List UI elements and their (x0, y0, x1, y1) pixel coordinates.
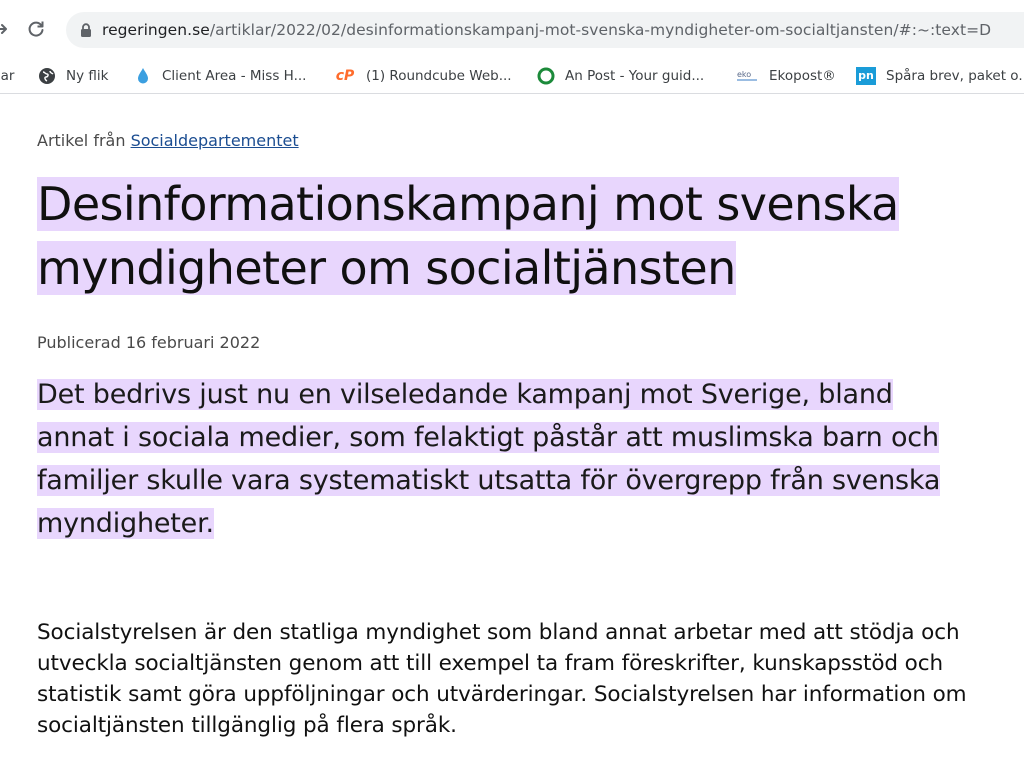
reload-icon (28, 21, 44, 37)
url-text: regeringen.se/artiklar/2022/02/desinform… (102, 21, 992, 39)
arrow-right-icon (0, 24, 7, 34)
bookmark-spara-brev[interactable]: pn Spåra brev, paket o... (856, 58, 1024, 93)
bookmark-label: (1) Roundcube Web... (366, 67, 512, 84)
publish-date: Publicerad 16 februari 2022 (37, 333, 261, 352)
bookmark-ny-flik[interactable]: Ny flik (38, 58, 108, 93)
lead-paragraph: Det bedrivs just nu en vilseledande kamp… (37, 373, 967, 545)
bookmark-roundcube[interactable]: cP (1) Roundcube Web... (334, 58, 512, 93)
bookmark-partial[interactable]: par (0, 58, 14, 93)
title-line-1: Desinformationskampanj mot svenska (37, 177, 899, 231)
pn-icon: pn (856, 66, 876, 85)
cpanel-icon: cP (335, 67, 355, 84)
browser-toolbar: regeringen.se/artiklar/2022/02/desinform… (0, 0, 1024, 58)
bookmark-client-area[interactable]: Client Area - Miss H... (134, 58, 306, 93)
eko-icon: eko (735, 67, 759, 85)
bookmark-label: An Post - Your guid... (565, 67, 705, 84)
svg-text:eko: eko (737, 70, 751, 79)
bookmark-label: Client Area - Miss H... (162, 67, 307, 84)
title-line-2: myndigheter om socialtjänsten (37, 241, 736, 295)
reload-button[interactable] (21, 14, 51, 44)
department-link[interactable]: Socialdepartementet (131, 131, 299, 150)
bookmark-an-post[interactable]: An Post - Your guid... (537, 58, 704, 93)
bookmark-label: Ny flik (66, 67, 109, 84)
bookmark-label: par (0, 67, 15, 84)
lock-icon (80, 22, 92, 38)
breadcrumb-prefix: Artikel från (37, 131, 126, 150)
bookmark-ekopost[interactable]: eko Ekopost® (735, 58, 836, 93)
globe-icon (38, 67, 56, 85)
page-title: Desinformationskampanj mot svenska myndi… (37, 172, 997, 300)
circle-icon (537, 67, 555, 85)
address-bar[interactable]: regeringen.se/artiklar/2022/02/desinform… (66, 12, 1024, 48)
drop-icon (134, 67, 152, 85)
forward-button[interactable] (0, 14, 16, 44)
bookmark-label: Spåra brev, paket o... (886, 67, 1024, 84)
breadcrumb: Artikel från Socialdepartementet (37, 131, 299, 150)
bookmark-label: Ekopost® (769, 67, 836, 84)
lead-text: Det bedrivs just nu en vilseledande kamp… (37, 379, 941, 539)
bookmarks-bar: par Ny flik Client Area - Miss H... cP (… (0, 58, 1024, 94)
body-paragraph: Socialstyrelsen är den statliga myndighe… (37, 620, 967, 738)
